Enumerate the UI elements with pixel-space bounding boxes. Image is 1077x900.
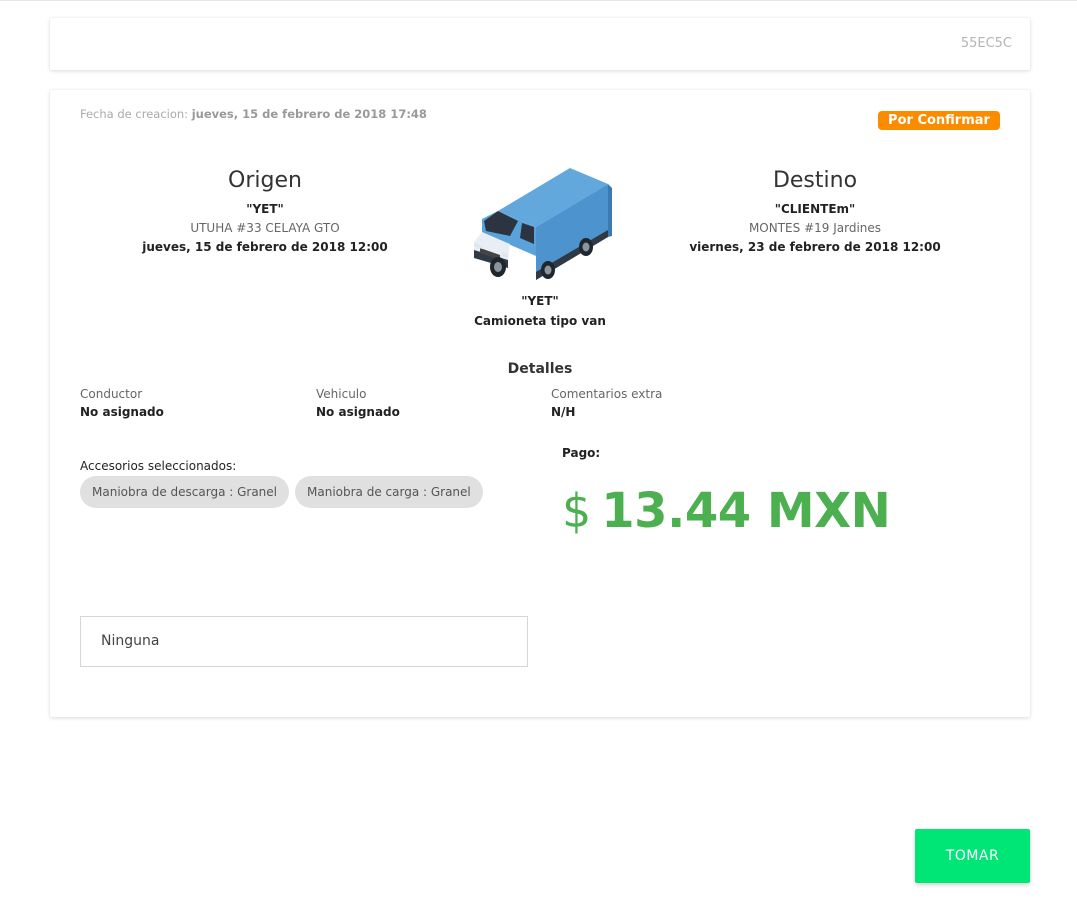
- top-divider: [0, 0, 1077, 1]
- origin-date: jueves, 15 de febrero de 2018 12:00: [142, 240, 388, 254]
- status-badge: Por Confirmar: [878, 111, 1000, 130]
- vehicle-field: Vehiculo No asignado: [316, 387, 400, 419]
- creation-date-label: Fecha de creacion:: [80, 107, 189, 121]
- origin-name: "YET": [246, 202, 284, 216]
- driver-field: Conductor No asignado: [80, 387, 164, 419]
- driver-value: No asignado: [80, 405, 164, 419]
- origin-address: UTUHA #33 CELAYA GTO: [190, 221, 340, 235]
- destination-date: viernes, 23 de febrero de 2018 12:00: [689, 240, 941, 254]
- origin-title: Origen: [228, 168, 302, 193]
- vehicle-name: "YET": [521, 294, 559, 308]
- accessories-chips: Maniobra de descarga : Granel Maniobra d…: [80, 476, 483, 508]
- vehicle-label: Vehiculo: [316, 387, 367, 401]
- order-detail-card: Fecha de creacion: jueves, 15 de febrero…: [50, 90, 1030, 717]
- creation-date-value: jueves, 15 de febrero de 2018 17:48: [191, 107, 427, 121]
- comments-label: Comentarios extra: [551, 387, 663, 401]
- origin-section: Origen "YET" UTUHA #33 CELAYA GTO jueves…: [105, 168, 425, 254]
- creation-date: Fecha de creacion: jueves, 15 de febrero…: [80, 107, 427, 121]
- accessory-chip: Maniobra de carga : Granel: [295, 476, 483, 508]
- van-icon: [468, 164, 613, 289]
- payment-value: 13.44 MXN: [601, 483, 891, 539]
- accessories-label: Accesorios seleccionados:: [80, 459, 237, 473]
- payment-amount: $13.44 MXN: [562, 483, 891, 539]
- details-title: Detalles: [507, 361, 573, 377]
- destination-title: Destino: [772, 168, 858, 193]
- vehicle-info: "YET" Camioneta tipo van: [440, 294, 640, 334]
- order-header-card: 55EC5C: [50, 18, 1030, 70]
- payment-label: Pago:: [562, 446, 601, 460]
- comments-field: Comentarios extra N/H: [551, 387, 662, 419]
- accessory-chip: Maniobra de descarga : Granel: [80, 476, 289, 508]
- comment-input[interactable]: Ninguna: [80, 616, 528, 667]
- order-code: 55EC5C: [960, 36, 1012, 51]
- destination-address: MONTES #19 Jardines: [748, 221, 882, 235]
- vehicle-value: No asignado: [316, 405, 400, 419]
- vehicle-type: Camioneta tipo van: [474, 314, 606, 328]
- destination-name: "CLIENTEm": [774, 202, 856, 216]
- driver-label: Conductor: [80, 387, 143, 401]
- currency-symbol: $: [562, 484, 592, 538]
- destination-section: Destino "CLIENTEm" MONTES #19 Jardines v…: [655, 168, 975, 254]
- take-button[interactable]: TOMAR: [915, 829, 1030, 883]
- comments-value: N/H: [551, 405, 576, 419]
